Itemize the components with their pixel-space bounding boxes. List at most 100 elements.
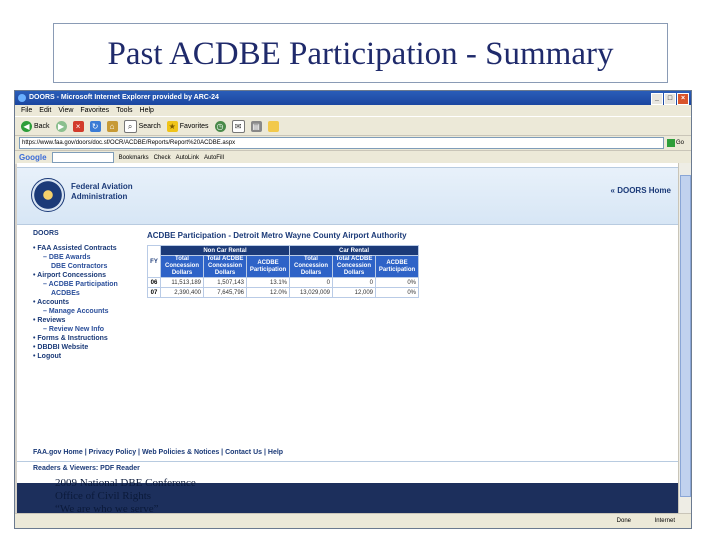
footer-line-2: Office of Civil Rights bbox=[55, 490, 152, 502]
faa-seal-icon bbox=[31, 178, 65, 212]
nav-dbe-contractors[interactable]: DBE Contractors bbox=[33, 262, 133, 271]
table-cell: 13.1% bbox=[246, 277, 290, 288]
vertical-scrollbar[interactable] bbox=[678, 163, 691, 514]
go-label: Go bbox=[676, 140, 685, 146]
stop-button[interactable]: × bbox=[72, 120, 84, 132]
slide-title-frame: Past ACDBE Participation - Summary bbox=[53, 23, 668, 83]
col-header: Total Concession Dollars bbox=[160, 255, 204, 278]
favorites-label: Favorites bbox=[179, 122, 209, 130]
nav-manage-accounts[interactable]: Manage Accounts bbox=[33, 307, 133, 316]
address-bar: https://www.faa.gov/doors/doc.sf/OCR/ACD… bbox=[15, 135, 691, 150]
nav-review-new-info[interactable]: Review New Info bbox=[33, 325, 133, 334]
nav-airport-concessions[interactable]: Airport Concessions bbox=[33, 271, 133, 280]
non-car-rental-header: Non Car Rental bbox=[160, 245, 290, 256]
status-done: Done bbox=[616, 518, 631, 524]
google-check[interactable]: Check bbox=[154, 155, 171, 161]
search-button[interactable]: ⌕ Search bbox=[123, 119, 161, 133]
browser-window: DOORS - Microsoft Internet Explorer prov… bbox=[14, 90, 692, 529]
menu-file[interactable]: File bbox=[21, 105, 32, 116]
back-label: Back bbox=[34, 122, 50, 130]
row-fy: 07 bbox=[147, 287, 161, 298]
web-page: Federal Aviation Administration « DOORS … bbox=[17, 163, 679, 514]
footer-divider bbox=[17, 461, 679, 462]
google-autolink[interactable]: AutoLink bbox=[176, 155, 199, 161]
table-cell: 0 bbox=[289, 277, 333, 288]
nav-reviews[interactable]: Reviews bbox=[33, 316, 133, 325]
maximize-button[interactable]: □ bbox=[664, 93, 676, 105]
footer-line-1: 2009 National DBE Conference bbox=[55, 477, 196, 489]
close-button[interactable]: × bbox=[677, 93, 689, 105]
col-header: Total Concession Dollars bbox=[289, 255, 333, 278]
car-rental-header: Car Rental bbox=[289, 245, 419, 256]
table-row: 07 2,390,400 7,645,796 12.0% 13,029,009 … bbox=[147, 287, 419, 298]
table-cell: 0% bbox=[375, 277, 419, 288]
history-button[interactable]: ◷ bbox=[214, 120, 226, 132]
doors-home-link[interactable]: « DOORS Home bbox=[611, 186, 671, 195]
minimize-button[interactable]: _ bbox=[651, 93, 663, 105]
footer-links[interactable]: FAA.gov Home | Privacy Policy | Web Poli… bbox=[33, 449, 283, 456]
table-cell: 12.0% bbox=[246, 287, 290, 298]
search-label: Search bbox=[138, 122, 161, 130]
agency-name: Federal Aviation Administration bbox=[71, 182, 133, 201]
forward-button[interactable]: ▶ bbox=[55, 120, 67, 132]
browser-toolbar: ◀ Back ▶ × ↻ ⌂ ⌕ Search ★ Favorites ◷ ✉ ▤ bbox=[15, 116, 691, 135]
status-zone: Internet bbox=[654, 518, 675, 524]
col-header: Total ACDBE Concession Dollars bbox=[332, 255, 376, 278]
ie-icon bbox=[18, 94, 26, 102]
browser-titlebar: DOORS - Microsoft Internet Explorer prov… bbox=[15, 91, 691, 105]
google-logo: Google bbox=[19, 153, 47, 162]
scrollbar-thumb[interactable] bbox=[680, 175, 691, 497]
menu-edit[interactable]: Edit bbox=[39, 105, 51, 116]
nav-acdbes[interactable]: ACDBEs bbox=[33, 289, 133, 298]
nav-logout[interactable]: Logout bbox=[33, 352, 133, 361]
col-header: ACDBE Participation bbox=[375, 255, 419, 278]
nav-title: DOORS bbox=[33, 230, 59, 237]
nav-dbdbi-website[interactable]: DBDBI Website bbox=[33, 343, 133, 352]
table-cell: 12,009 bbox=[332, 287, 376, 298]
fy-header: FY bbox=[147, 245, 161, 278]
main-title: ACDBE Participation - Detroit Metro Wayn… bbox=[147, 231, 407, 240]
nav-faa-assisted-contracts[interactable]: FAA Assisted Contracts bbox=[33, 244, 133, 253]
menu-view[interactable]: View bbox=[58, 105, 73, 116]
table-cell: 0% bbox=[375, 287, 419, 298]
table-cell: 11,513,189 bbox=[160, 277, 204, 288]
folder-button[interactable] bbox=[267, 120, 279, 132]
window-title: DOORS - Microsoft Internet Explorer prov… bbox=[29, 94, 219, 101]
google-search-input[interactable] bbox=[51, 152, 114, 163]
footer-line-3: “We are who we serve” bbox=[55, 503, 159, 515]
participation-table: FY Non Car Rental Car Rental Total Conce… bbox=[147, 245, 419, 298]
print-button[interactable]: ▤ bbox=[250, 120, 262, 132]
table-cell: 13,029,009 bbox=[289, 287, 333, 298]
search-icon: ⌕ bbox=[123, 119, 137, 133]
menu-tools[interactable]: Tools bbox=[116, 105, 132, 116]
col-header: Total ACDBE Concession Dollars bbox=[203, 255, 247, 278]
google-bookmarks[interactable]: Bookmarks bbox=[119, 155, 149, 161]
conference-footer: 2009 National DBE Conference Office of C… bbox=[55, 477, 196, 516]
nav-accounts[interactable]: Accounts bbox=[33, 298, 133, 307]
menu-favorites[interactable]: Favorites bbox=[80, 105, 109, 116]
nav-dbe-awards[interactable]: DBE Awards bbox=[33, 253, 133, 262]
back-arrow-icon: ◀ bbox=[21, 120, 32, 132]
star-icon: ★ bbox=[166, 120, 178, 132]
google-autofill[interactable]: AutoFill bbox=[204, 155, 224, 161]
nav-acdbe-participation[interactable]: ACDBE Participation bbox=[33, 280, 133, 289]
table-row: 06 11,513,189 1,507,143 13.1% 0 0 0% bbox=[147, 277, 419, 288]
mail-button[interactable]: ✉ bbox=[231, 119, 245, 133]
refresh-button[interactable]: ↻ bbox=[89, 120, 101, 132]
back-button[interactable]: ◀ Back bbox=[21, 120, 50, 132]
table-cell: 0 bbox=[332, 277, 376, 288]
address-input[interactable]: https://www.faa.gov/doors/doc.sf/OCR/ACD… bbox=[19, 137, 664, 149]
nav-forms-instructions[interactable]: Forms & Instructions bbox=[33, 334, 133, 343]
menu-bar: File Edit View Favorites Tools Help bbox=[15, 105, 691, 116]
col-header: ACDBE Participation bbox=[246, 255, 290, 278]
favorites-button[interactable]: ★ Favorites bbox=[166, 120, 209, 132]
google-toolbar: Google Bookmarks Check AutoLink AutoFill bbox=[15, 150, 691, 164]
faa-header: Federal Aviation Administration « DOORS … bbox=[17, 167, 679, 225]
home-button[interactable]: ⌂ bbox=[106, 120, 118, 132]
row-fy: 06 bbox=[147, 277, 161, 288]
slide-title: Past ACDBE Participation - Summary bbox=[107, 36, 614, 72]
readers-viewers-link[interactable]: Readers & Viewers: PDF Reader bbox=[33, 465, 140, 472]
go-button[interactable]: Go bbox=[667, 139, 691, 147]
menu-help[interactable]: Help bbox=[140, 105, 154, 116]
window-controls: _ □ × bbox=[651, 93, 689, 105]
